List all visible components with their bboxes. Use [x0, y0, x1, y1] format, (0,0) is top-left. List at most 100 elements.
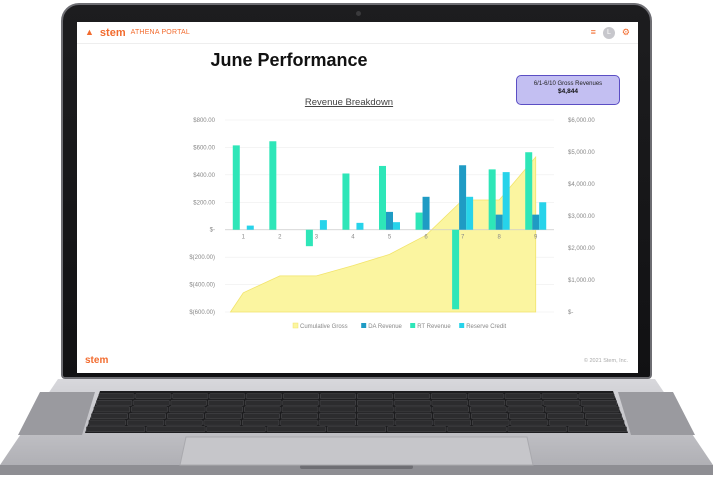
da-revenue-bar: [532, 214, 540, 230]
x-axis-tick: 9: [534, 235, 538, 241]
keyboard-key: [281, 406, 319, 413]
rt-revenue-bar: [488, 169, 496, 230]
keyboard-key: [93, 406, 131, 413]
rt-revenue-bar: [269, 141, 277, 230]
keyboard-key: [548, 419, 587, 426]
keyboard-key: [206, 426, 266, 432]
laptop-screen: ▲ stem ATHENA PORTAL ≡ L ⚙ June Performa…: [77, 22, 638, 373]
keyboard-key: [541, 393, 578, 400]
legend-label: DA Revenue: [368, 324, 402, 330]
keyboard-key: [86, 426, 146, 432]
left-axis-tick: $800.00: [193, 118, 215, 124]
da-revenue-bar: [459, 165, 467, 230]
reserve-credit-bar: [356, 222, 364, 230]
rt-revenue-bar: [525, 152, 533, 230]
keyboard-key: [135, 393, 172, 400]
left-axis-tick: $(200.00): [189, 255, 215, 261]
keyboard-key: [510, 419, 548, 426]
legend-swatch: [459, 323, 465, 328]
keyboard-key: [543, 400, 580, 406]
speaker-grille-left: [18, 392, 95, 435]
front-notch: [300, 465, 413, 469]
right-axis-tick: $4,000.00: [568, 182, 595, 188]
keyboard-key: [172, 393, 209, 400]
keyboard-key: [504, 393, 541, 400]
keyboard-key: [467, 393, 504, 400]
camera-icon: [356, 11, 361, 16]
keyboard-key: [357, 393, 393, 400]
keyboard-key: [131, 406, 168, 413]
keyboard-key: [280, 419, 318, 426]
keyboard-key: [580, 400, 617, 406]
reserve-credit-bar: [393, 222, 400, 230]
keyboard-key: [266, 426, 326, 432]
da-revenue-bar: [495, 214, 503, 230]
keyboard-key: [88, 419, 126, 426]
legend-label: RT Revenue: [417, 324, 451, 330]
keyboard-key: [281, 413, 318, 419]
left-axis-tick: $600.00: [193, 145, 215, 151]
keyboard-key: [209, 393, 246, 400]
x-axis-tick: 3: [315, 235, 319, 241]
keyboard-key: [357, 400, 394, 406]
right-axis-tick: $5,000.00: [568, 150, 595, 156]
legend-label: Cumulative Gross: [300, 324, 348, 330]
keyboard-key: [129, 413, 166, 419]
keyboard-key: [507, 406, 545, 413]
x-axis-tick: 4: [351, 235, 355, 241]
footer-logo: stem: [85, 355, 109, 366]
x-axis-tick: 5: [388, 235, 392, 241]
left-axis-tick: $(600.00): [189, 310, 215, 316]
keyboard-key: [507, 426, 567, 432]
rt-revenue-bar: [415, 212, 423, 230]
keyboard-key: [244, 406, 281, 413]
keyboard-key: [91, 413, 128, 419]
keyboard-key: [547, 413, 584, 419]
keyboard-key: [326, 426, 387, 432]
right-axis-tick: $1,000.00: [568, 278, 595, 284]
keyboard-key: [320, 393, 356, 400]
keyboard-key: [168, 406, 206, 413]
rt-revenue-bar: [379, 165, 386, 230]
keyboard-key: [283, 393, 319, 400]
keyboard-key: [468, 400, 506, 406]
keyboard-key: [242, 419, 280, 426]
right-axis-tick: $2,000.00: [568, 246, 595, 252]
rt-revenue-bar: [232, 145, 240, 230]
keyboard-key: [506, 400, 543, 406]
x-axis-tick: 2: [278, 235, 282, 241]
keyboard-key: [509, 413, 546, 419]
keyboard-key: [243, 413, 280, 419]
keyboard-key: [170, 400, 207, 406]
keyboard-key: [587, 419, 625, 426]
x-axis-tick: 1: [242, 235, 246, 241]
keyboard-key: [433, 413, 470, 419]
keyboard-key: [98, 393, 135, 400]
left-axis-tick: $200.00: [193, 200, 215, 206]
keyboard-key: [207, 400, 245, 406]
keyboard-key: [567, 426, 627, 432]
keyboard-key: [167, 413, 204, 419]
keyboard-key: [433, 419, 471, 426]
rt-revenue-bar: [452, 229, 460, 310]
trackpad[interactable]: [179, 436, 534, 466]
reserve-credit-bar: [246, 225, 254, 230]
keyboard-key: [357, 419, 395, 426]
keyboard-key: [133, 400, 170, 406]
keyboard-key: [447, 426, 507, 432]
left-axis-tick: $(400.00): [189, 283, 215, 289]
keyboard-key: [245, 400, 282, 406]
right-axis-tick: $6,000.00: [568, 118, 595, 124]
keyboard-key: [246, 393, 283, 400]
keyboard-key: [578, 393, 615, 400]
keyboard-key: [319, 400, 356, 406]
revenue-chart: $800.00 $600.00 $400.00 $200.00 $- $(200.00) $…: [189, 118, 595, 330]
keyboard-key: [395, 413, 432, 419]
reserve-credit-bar: [319, 220, 327, 230]
keyboard-key: [96, 400, 133, 406]
keyboard-key: [203, 419, 241, 426]
keyboard-key: [357, 413, 394, 419]
keyboard-key: [582, 406, 620, 413]
keyboard-key: [394, 400, 431, 406]
keyboard-key: [394, 393, 430, 400]
